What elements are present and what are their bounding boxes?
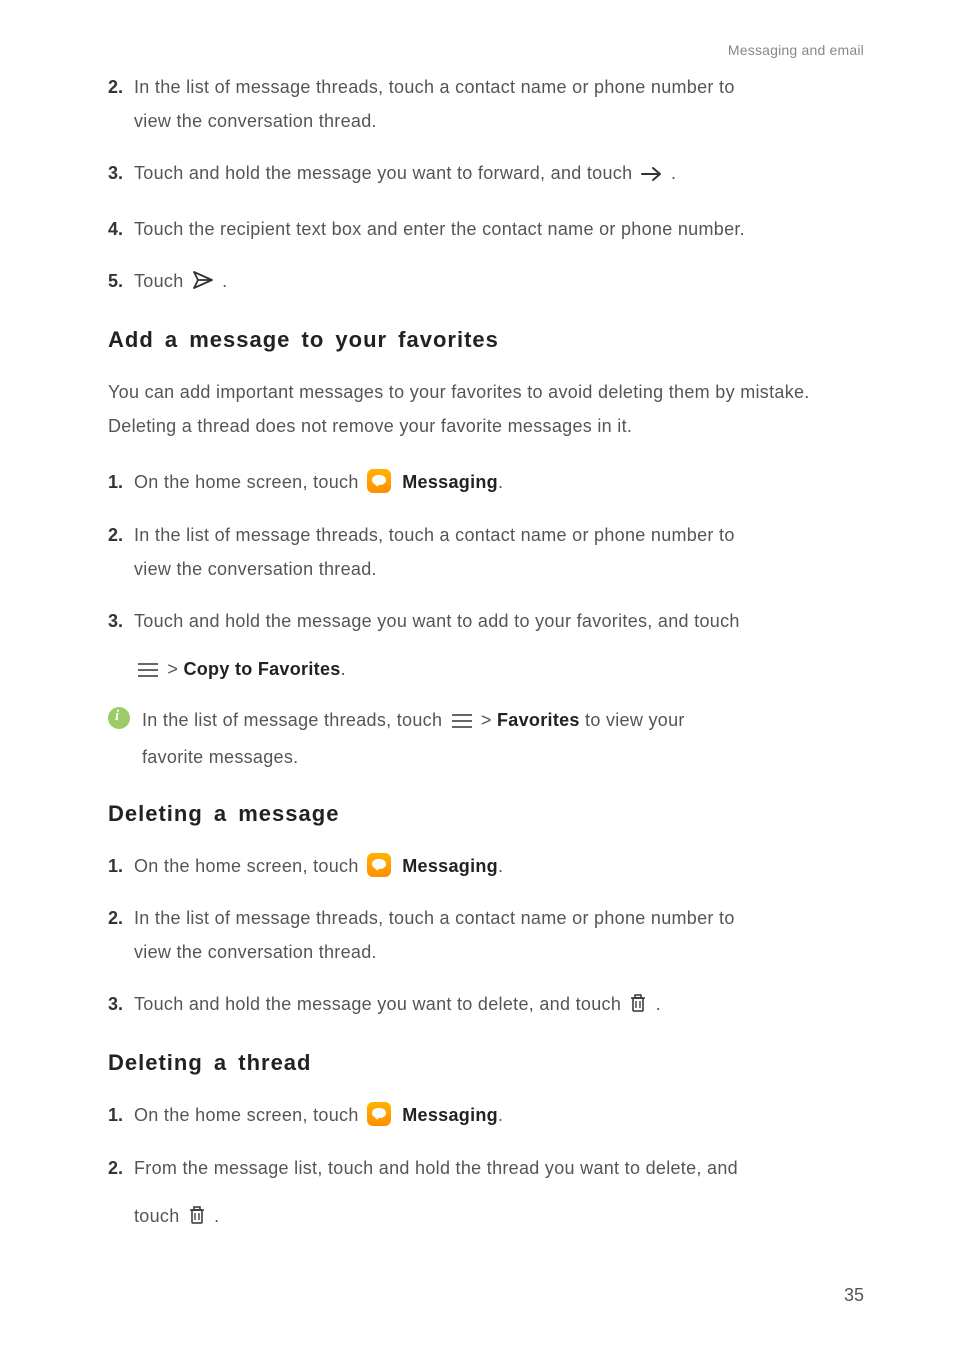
gt-sep: > xyxy=(167,659,183,679)
step-text: In the list of message threads, touch a … xyxy=(134,70,735,138)
step-number: 2. xyxy=(108,901,132,969)
gt-sep: > xyxy=(481,710,497,730)
step-number: 3. xyxy=(108,987,132,1024)
send-icon xyxy=(192,267,214,301)
period: . xyxy=(341,659,346,679)
fav-step-3: 3. Touch and hold the message you want t… xyxy=(108,604,864,638)
trash-icon xyxy=(188,1202,206,1236)
menu-icon xyxy=(137,655,159,689)
favorites-intro: You can add important messages to your f… xyxy=(108,375,864,443)
note-before: In the list of message threads, touch xyxy=(142,710,448,730)
step-text: Touch and hold the message you want to d… xyxy=(134,987,661,1024)
step-text: Touch and hold the message you want to f… xyxy=(134,156,676,193)
text-after-icon: . xyxy=(671,163,676,183)
text-before-icon: Touch xyxy=(134,271,189,291)
period: . xyxy=(498,856,503,876)
delthr-step-2: 2. From the message list, touch and hold… xyxy=(108,1151,864,1185)
step-line-1: In the list of message threads, touch a … xyxy=(134,525,735,545)
step-line-2: view the conversation thread. xyxy=(134,104,735,138)
info-text: In the list of message threads, touch > … xyxy=(142,703,685,774)
messaging-app-icon xyxy=(367,1102,391,1126)
fav-step-3-cont: > Copy to Favorites. xyxy=(108,652,864,689)
heading-deleting-thread: Deleting a thread xyxy=(108,1050,864,1076)
note-line-2: favorite messages. xyxy=(142,740,685,774)
step-number: 5. xyxy=(108,264,132,301)
app-name-bold: Messaging xyxy=(402,472,498,492)
note-after: to view your xyxy=(585,710,685,730)
heading-add-favorites: Add a message to your favorites xyxy=(108,327,864,353)
step-5: 5. Touch . xyxy=(108,264,864,301)
step-text: On the home screen, touch Messaging. xyxy=(134,849,503,883)
step-2: 2. In the list of message threads, touch… xyxy=(108,70,864,138)
text-after-icon: . xyxy=(656,994,661,1014)
text-before-icon: On the home screen, touch xyxy=(134,856,364,876)
step-line-1: In the list of message threads, touch a … xyxy=(134,77,735,97)
step-text: In the list of message threads, touch a … xyxy=(134,518,735,586)
step-text: Touch . xyxy=(134,264,227,301)
messaging-app-icon xyxy=(367,853,391,877)
header-section-label: Messaging and email xyxy=(728,42,864,58)
text-before-icon: touch xyxy=(134,1206,185,1226)
step-number: 1. xyxy=(108,1098,132,1132)
step-text: From the message list, touch and hold th… xyxy=(134,1151,738,1185)
step-line-1: From the message list, touch and hold th… xyxy=(134,1158,738,1178)
step-text: Touch the recipient text box and enter t… xyxy=(134,212,745,246)
step-number: 2. xyxy=(108,518,132,586)
app-name-bold: Messaging xyxy=(402,1105,498,1125)
step-line-2: view the conversation thread. xyxy=(134,552,735,586)
step-number: 3. xyxy=(108,156,132,193)
info-note: In the list of message threads, touch > … xyxy=(108,703,864,774)
menu-path-bold: Copy to Favorites xyxy=(183,659,340,679)
step-3: 3. Touch and hold the message you want t… xyxy=(108,156,864,193)
step-number: 2. xyxy=(108,70,132,138)
heading-deleting-message: Deleting a message xyxy=(108,801,864,827)
delmsg-step-2: 2. In the list of message threads, touch… xyxy=(108,901,864,969)
step-line-2: view the conversation thread. xyxy=(134,935,735,969)
messaging-app-icon xyxy=(367,469,391,493)
period: . xyxy=(498,472,503,492)
trash-icon xyxy=(629,990,647,1024)
step-line-1: Touch and hold the message you want to a… xyxy=(134,611,740,631)
delthr-step-2-cont: touch . xyxy=(108,1199,864,1236)
step-number: 1. xyxy=(108,849,132,883)
text-after-icon: . xyxy=(214,1206,219,1226)
info-icon xyxy=(108,707,130,729)
step-line-1: In the list of message threads, touch a … xyxy=(134,908,735,928)
delmsg-step-3: 3. Touch and hold the message you want t… xyxy=(108,987,864,1024)
step-text: Touch and hold the message you want to a… xyxy=(134,604,740,638)
step-number: 4. xyxy=(108,212,132,246)
page-number: 35 xyxy=(844,1285,864,1306)
page-content: 2. In the list of message threads, touch… xyxy=(0,40,954,1236)
delthr-step-1: 1. On the home screen, touch Messaging. xyxy=(108,1098,864,1132)
text-before-icon: On the home screen, touch xyxy=(134,472,364,492)
text-before-icon: Touch and hold the message you want to d… xyxy=(134,994,626,1014)
menu-icon xyxy=(451,706,473,740)
fav-step-1: 1. On the home screen, touch Messaging. xyxy=(108,465,864,499)
arrow-right-icon xyxy=(641,159,663,193)
favorites-bold: Favorites xyxy=(497,710,580,730)
fav-step-2: 2. In the list of message threads, touch… xyxy=(108,518,864,586)
step-number: 1. xyxy=(108,465,132,499)
text-before-icon: Touch and hold the message you want to f… xyxy=(134,163,638,183)
step-number: 2. xyxy=(108,1151,132,1185)
step-number: 3. xyxy=(108,604,132,638)
step-4: 4. Touch the recipient text box and ente… xyxy=(108,212,864,246)
period: . xyxy=(498,1105,503,1125)
app-name-bold: Messaging xyxy=(402,856,498,876)
delmsg-step-1: 1. On the home screen, touch Messaging. xyxy=(108,849,864,883)
step-text: On the home screen, touch Messaging. xyxy=(134,1098,503,1132)
step-text: In the list of message threads, touch a … xyxy=(134,901,735,969)
step-text: On the home screen, touch Messaging. xyxy=(134,465,503,499)
text-after-icon: . xyxy=(222,271,227,291)
text-before-icon: On the home screen, touch xyxy=(134,1105,364,1125)
